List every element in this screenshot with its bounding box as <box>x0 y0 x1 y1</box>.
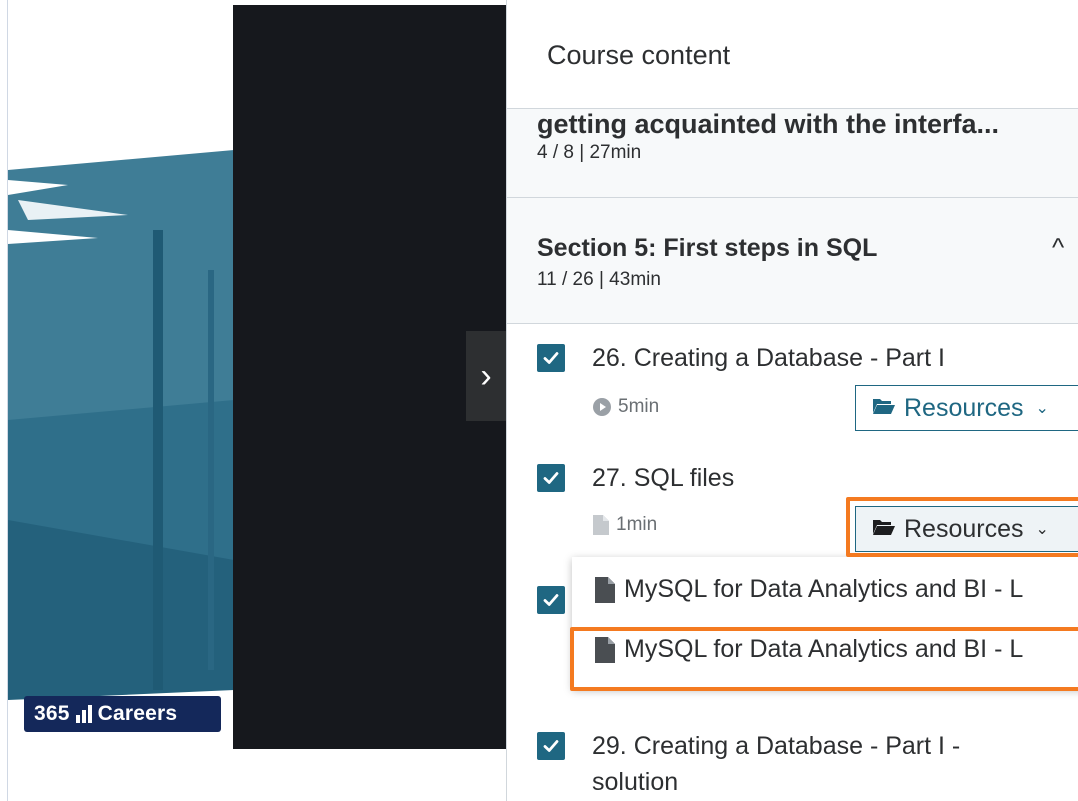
lecture-duration: 1min <box>616 514 658 535</box>
lecture-meta: 1min <box>592 514 657 536</box>
brand-logo: 365 Careers <box>24 696 221 732</box>
folder-open-icon <box>872 515 896 544</box>
chevron-up-icon[interactable]: ^ <box>1052 232 1064 263</box>
file-icon <box>594 636 616 664</box>
chevron-down-icon: ⌄ <box>1035 521 1049 538</box>
lecture-title: 29. Creating a Database - Part I - <box>592 732 961 760</box>
completed-checkbox[interactable] <box>537 586 565 614</box>
lecture-item[interactable]: 26. Creating a Database - Part I 5min Re… <box>507 324 1078 454</box>
completed-checkbox[interactable] <box>537 344 565 372</box>
completed-checkbox[interactable] <box>537 732 565 760</box>
section-header-current[interactable]: Section 5: First steps in SQL 11 / 26 | … <box>507 198 1078 324</box>
resource-item[interactable]: MySQL for Data Analytics and BI - L <box>594 575 1023 604</box>
check-icon <box>543 352 559 364</box>
check-icon <box>543 594 559 606</box>
lecture-title: 27. SQL files <box>592 464 735 492</box>
check-icon <box>543 472 559 484</box>
video-thumbnail: 365 Careers <box>8 0 234 801</box>
resources-label: Resources <box>904 514 1024 543</box>
lecture-item[interactable]: 27. SQL files 1min Resources ⌄ <box>507 454 1078 564</box>
brand-name: Careers <box>97 702 178 725</box>
resource-item-label: MySQL for Data Analytics and BI - L <box>624 575 1024 603</box>
completed-checkbox[interactable] <box>537 464 565 492</box>
chevron-down-icon: ⌄ <box>1035 400 1049 417</box>
resource-item[interactable]: MySQL for Data Analytics and BI - L <box>594 635 1023 664</box>
lecture-meta: 5min <box>592 396 659 418</box>
expand-sidebar-button[interactable]: › <box>466 331 506 421</box>
file-icon <box>594 576 616 604</box>
lecture-duration: 5min <box>618 396 660 417</box>
resources-button[interactable]: Resources ⌄ <box>855 506 1078 552</box>
lecture-item[interactable]: 29. Creating a Database - Part I - solut… <box>507 714 1078 801</box>
resource-item-label: MySQL for Data Analytics and BI - L <box>624 635 1024 663</box>
lecture-title-line2: solution <box>592 768 679 796</box>
resources-label: Resources <box>904 393 1024 422</box>
chevron-right-icon: › <box>480 356 492 395</box>
folder-open-icon <box>872 394 896 423</box>
play-circle-icon <box>593 398 611 416</box>
section-meta: 11 / 26 | 43min <box>537 269 661 290</box>
resources-dropdown: MySQL for Data Analytics and BI - L MySQ… <box>572 557 1078 689</box>
sidebar-title: Course content <box>547 40 731 70</box>
window-edge <box>0 0 8 801</box>
section-meta: 4 / 8 | 27min <box>537 142 642 163</box>
section-title: getting acquainted with the interfa... <box>537 109 1000 139</box>
brand-number: 365 <box>34 702 70 725</box>
resources-button[interactable]: Resources ⌄ <box>855 385 1078 431</box>
lecture-title: 26. Creating a Database - Part I <box>592 344 945 372</box>
section-header-prev[interactable]: getting acquainted with the interfa... 4… <box>507 108 1078 198</box>
section-title: Section 5: First steps in SQL <box>537 234 878 262</box>
brand-bars-icon <box>75 705 92 723</box>
file-icon <box>593 515 609 535</box>
check-icon <box>543 740 559 752</box>
